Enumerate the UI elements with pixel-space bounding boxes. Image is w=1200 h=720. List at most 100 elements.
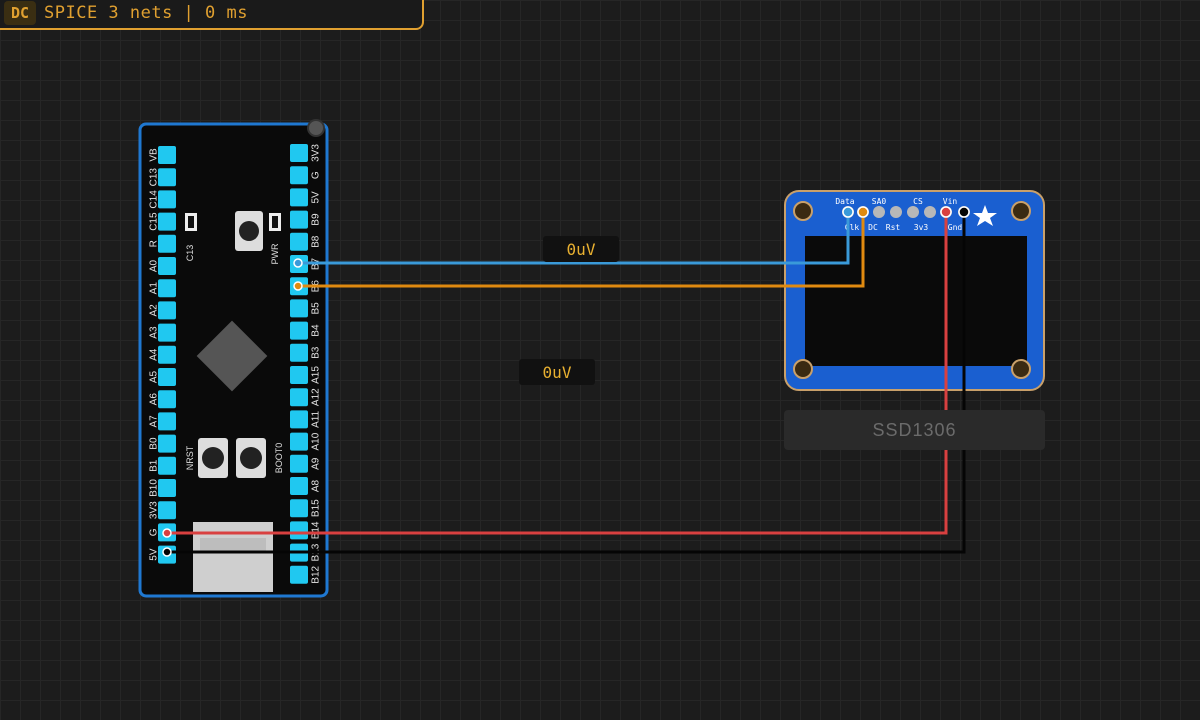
mount-hole: [793, 359, 813, 379]
oled-label-sa0: SA0: [872, 197, 887, 206]
oled-label-3v3: 3v3: [914, 223, 929, 232]
mcu-pin-label: A9: [311, 457, 322, 470]
oled-label-data: Data: [835, 197, 854, 206]
led-label-c13: C13: [185, 245, 195, 262]
mcu-pin-label: B4: [311, 324, 322, 337]
wire-endpoint[interactable]: [293, 258, 303, 268]
mount-hole: [793, 201, 813, 221]
mcu-pin-b15[interactable]: [290, 499, 308, 518]
wire-endpoint[interactable]: [293, 281, 303, 291]
led-c13: [185, 213, 197, 231]
mcu-pin-b8[interactable]: [290, 232, 308, 251]
mcu-pin-label: G: [149, 528, 160, 536]
mcu-pin-label: A1: [149, 282, 160, 295]
mcu-pin-label: 5V: [311, 191, 322, 204]
ssd1306-oled-module[interactable]: Data SA0 CS Vin Clk DC Rst 3v3 Gnd: [784, 190, 1045, 391]
oled-screen: [805, 236, 1027, 366]
oled-label-rst: Rst: [886, 223, 901, 232]
wire-endpoint[interactable]: [857, 206, 869, 218]
mcu-pin-label: A15: [311, 366, 322, 384]
mcu-pin-a8[interactable]: [290, 477, 308, 495]
button-decor: [235, 211, 263, 251]
mcu-pin-label: A10: [311, 432, 322, 450]
mcu-pin-label: 5V: [149, 548, 160, 561]
mcu-pin-label: B0: [149, 437, 160, 450]
led-label-pwr: PWR: [270, 243, 280, 264]
wire-endpoint[interactable]: [940, 206, 952, 218]
mcu-pin-a3[interactable]: [158, 323, 176, 342]
oled-pin[interactable]: [907, 206, 919, 218]
mcu-pin-label: B14: [311, 521, 322, 539]
oled-pin[interactable]: [890, 206, 902, 218]
mcu-pin-a10[interactable]: [290, 432, 308, 451]
mcu-pin-label: A3: [149, 326, 160, 339]
mcu-pin-3v3[interactable]: [290, 144, 308, 162]
mcu-pin-label: C13: [149, 168, 160, 187]
voltage-probe[interactable]: 0uV: [543, 236, 619, 262]
mcu-pin-a0[interactable]: [158, 257, 176, 275]
mcu-pin-a4[interactable]: [158, 345, 176, 364]
button-label-nrst: NRST: [185, 445, 195, 470]
mcu-pin-a2[interactable]: [158, 301, 176, 320]
wire-endpoint[interactable]: [842, 206, 854, 218]
oled-pin[interactable]: [924, 206, 936, 218]
mcu-pin-label: B5: [311, 302, 322, 315]
mcu-pin-b0[interactable]: [158, 434, 176, 453]
mcu-pin-label: C15: [149, 212, 160, 231]
mcu-pin-c15[interactable]: [158, 212, 176, 231]
nrst-button[interactable]: [198, 438, 228, 478]
mcu-pin-b12[interactable]: [290, 565, 308, 584]
mcu-pin-b14[interactable]: [290, 521, 308, 540]
mcu-pin-label: A8: [311, 479, 322, 492]
mcu-pin-vb[interactable]: [158, 146, 176, 164]
mount-hole: [1011, 359, 1031, 379]
mcu-pin-label: A4: [149, 348, 160, 361]
mcu-pin-a5[interactable]: [158, 368, 176, 386]
wire-endpoint[interactable]: [162, 528, 172, 538]
oled-label-cs: CS: [913, 197, 923, 206]
oled-label-vin: Vin: [943, 197, 958, 206]
mcu-pin-a9[interactable]: [290, 454, 308, 473]
led-pwr: [269, 213, 281, 231]
mcu-pin-c13[interactable]: [158, 168, 176, 187]
mcu-pin-a15[interactable]: [290, 366, 308, 384]
bluepill-board[interactable]: VB C13 C14 C15 R A0 A1 A2 A3 A4 A5 A6 A7 B0 B1 B10 3V3 G 5…: [138, 119, 329, 598]
wire-endpoint[interactable]: [958, 206, 970, 218]
mcu-pin-b4[interactable]: [290, 321, 308, 340]
oled-pin[interactable]: [873, 206, 885, 218]
mcu-pin-a11[interactable]: [290, 410, 308, 429]
voltage-probe[interactable]: 0uV: [519, 359, 595, 385]
mcu-pin-label: C14: [149, 190, 160, 209]
button-label-boot0: BOOT0: [274, 443, 284, 474]
mcu-pin-a6[interactable]: [158, 390, 176, 409]
mcu-pin-b5[interactable]: [290, 299, 308, 318]
mcu-pin-label: R: [149, 240, 160, 247]
mcu-pin-r[interactable]: [158, 234, 176, 253]
boot0-button[interactable]: [236, 438, 266, 478]
mcu-pin-b10[interactable]: [158, 479, 176, 497]
mcu-pin-label: 3V3: [149, 501, 160, 519]
mcu-pin-label: B9: [311, 213, 322, 226]
mcu-pin-label: A12: [311, 388, 322, 406]
board-corner-handle[interactable]: [307, 119, 325, 137]
mcu-pin-label: A7: [149, 415, 160, 428]
mcu-pin-a7[interactable]: [158, 412, 176, 431]
mcu-pin-b9[interactable]: [290, 210, 308, 229]
mcu-pin-a1[interactable]: [158, 279, 176, 298]
mcu-pin-b3[interactable]: [290, 343, 308, 362]
mcu-pin-label: A0: [149, 259, 160, 272]
component-name-label: SSD1306: [784, 410, 1045, 450]
mcu-pin-3v3[interactable]: [158, 501, 176, 520]
mcu-pin-label: B3: [311, 346, 322, 359]
mcu-pin-g[interactable]: [290, 166, 308, 185]
circuit-canvas[interactable]: VB C13 C14 C15 R A0 A1 A2 A3 A4 A5 A6 A7 B0 B1 B10 3V3 G 5…: [0, 0, 1200, 720]
mcu-pin-label: 3V3: [311, 144, 322, 162]
mcu-pin-a12[interactable]: [290, 388, 308, 407]
mcu-pin-b1[interactable]: [158, 456, 176, 475]
mcu-pin-c14[interactable]: [158, 190, 176, 209]
mcu-pin-label: A2: [149, 304, 160, 317]
mcu-pin-label: A6: [149, 393, 160, 406]
mcu-pin-5v[interactable]: [290, 188, 308, 207]
mcu-pin-label: G: [311, 171, 322, 179]
wire-endpoint[interactable]: [162, 547, 172, 557]
